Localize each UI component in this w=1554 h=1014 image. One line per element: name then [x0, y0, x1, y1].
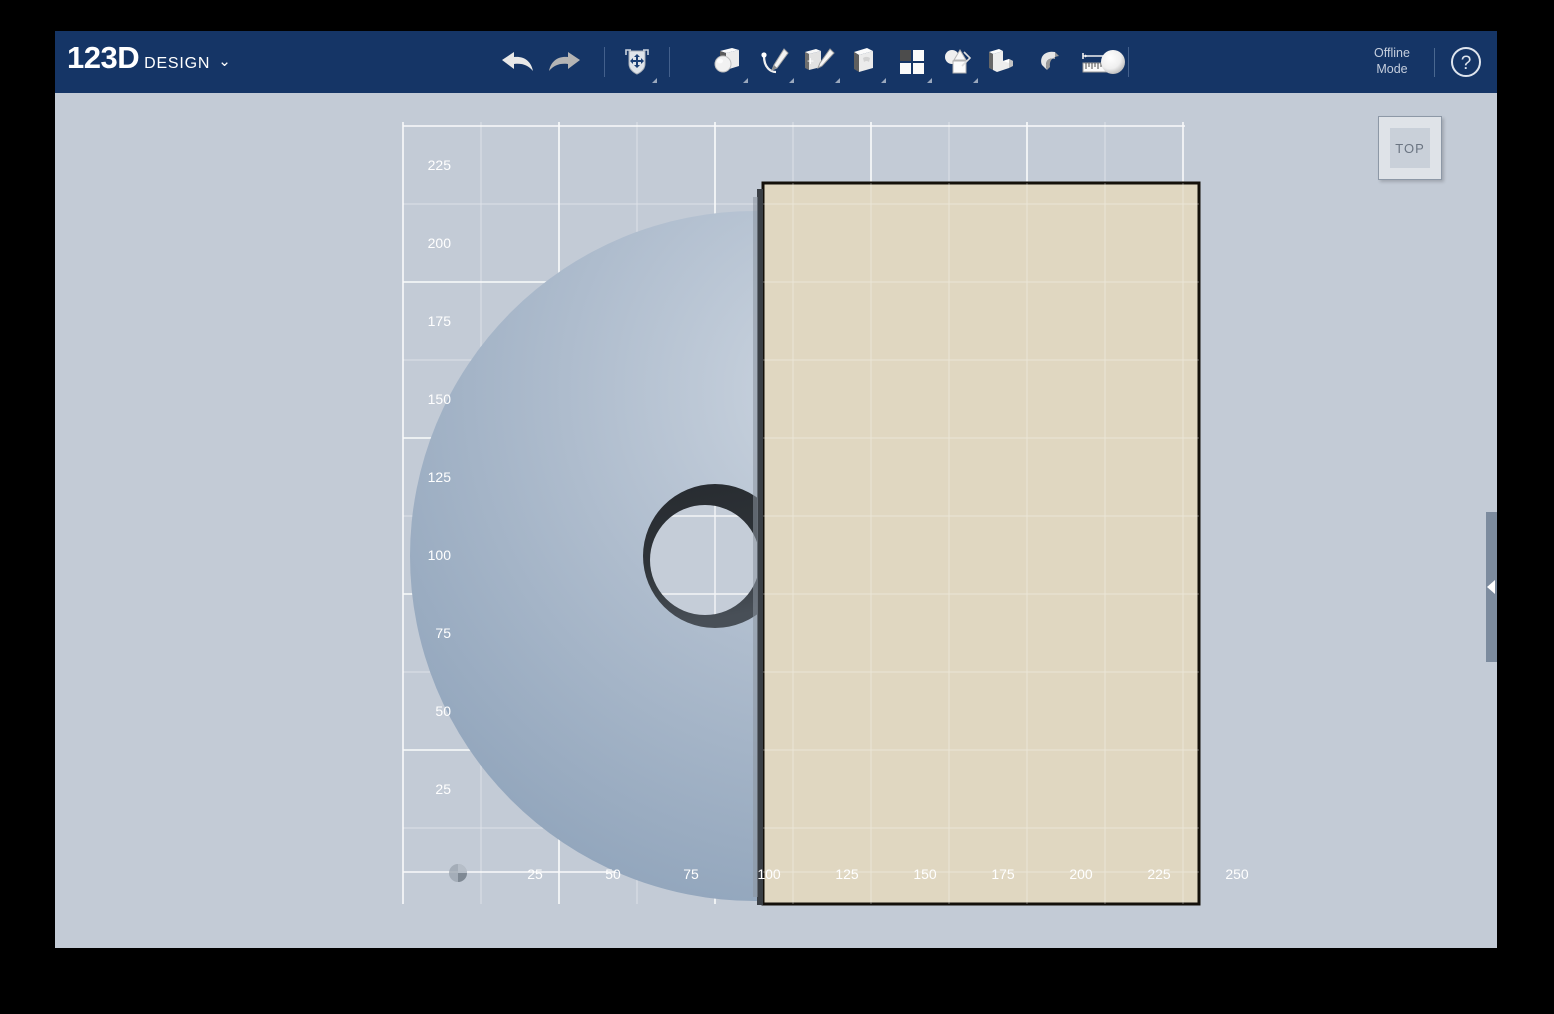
y-axis-tick-label: 150 — [427, 391, 451, 407]
y-axis-tick-label: 100 — [427, 547, 451, 563]
y-axis-tick-label: 200 — [427, 235, 451, 251]
grouping-shapes-icon — [945, 49, 972, 74]
chevron-left-icon — [1487, 580, 1495, 594]
construct-box-pen-icon: + — [805, 48, 835, 70]
question-mark-circle-icon: ? — [1451, 47, 1481, 77]
help-button[interactable]: ? — [1449, 45, 1483, 79]
tablet-device-frame: 123D DESIGN ⌄ + Offline Mode ? 25 50 75 … — [0, 0, 1554, 1014]
redo-arrow-icon — [549, 52, 580, 71]
primitives-sphere-box-icon — [714, 48, 739, 73]
application-toolbar: 123D DESIGN ⌄ + Offline Mode ? — [55, 31, 1497, 93]
toolgroup-transform — [595, 31, 679, 93]
y-axis-tick-label: 125 — [427, 469, 451, 485]
x-axis-tick-label: 250 — [1225, 866, 1249, 882]
y-axis-tick-label: 50 — [435, 703, 451, 719]
pattern-button[interactable] — [889, 39, 935, 85]
offline-mode-line1: Offline — [1374, 46, 1410, 60]
x-axis-tick-label: 175 — [991, 866, 1015, 882]
redo-button[interactable] — [541, 39, 587, 85]
toolgroup-modeling: + — [705, 31, 1138, 93]
material-sphere-icon — [1101, 50, 1125, 74]
3d-viewport-canvas[interactable]: 25 50 75 100 125 150 175 200 225 250 225 200 175 150 1… — [55, 93, 1497, 948]
transform-move-icon — [625, 49, 649, 75]
sketch-button[interactable] — [751, 39, 797, 85]
y-axis-tick-label: 25 — [435, 781, 451, 797]
x-axis-tick-label: 50 — [605, 866, 621, 882]
sketch-pen-icon — [761, 48, 789, 74]
toolgroup-history — [495, 31, 587, 93]
svg-text:+: + — [807, 54, 814, 68]
axis-tick-labels: 25 50 75 100 125 150 175 200 225 250 225 200 175 150 1… — [55, 93, 1497, 948]
toolgroup-material — [1090, 31, 1136, 93]
primitives-button[interactable] — [705, 39, 751, 85]
x-axis-tick-label: 225 — [1147, 866, 1171, 882]
combine-boxes-icon — [989, 49, 1013, 72]
undo-button[interactable] — [495, 39, 541, 85]
offline-mode-line2: Mode — [1376, 62, 1408, 76]
x-axis-tick-label: 200 — [1069, 866, 1093, 882]
combine-button[interactable] — [981, 39, 1027, 85]
grouping-button[interactable] — [935, 39, 981, 85]
brand-name-secondary: DESIGN — [144, 55, 211, 72]
app-logo-123d-design[interactable]: 123D DESIGN ⌄ — [67, 42, 231, 73]
y-axis-tick-label: 175 — [427, 313, 451, 329]
x-axis-tick-label: 150 — [913, 866, 937, 882]
toolbar-divider — [1434, 48, 1435, 77]
toolbar-divider — [669, 47, 670, 77]
right-panel-expand-handle[interactable] — [1486, 512, 1497, 662]
svg-text:?: ? — [1461, 53, 1472, 74]
magnet-snap-icon — [1041, 51, 1059, 70]
pattern-grid-icon — [900, 50, 924, 74]
application-screen: 123D DESIGN ⌄ + Offline Mode ? 25 50 75 … — [55, 31, 1497, 948]
undo-arrow-icon — [502, 52, 533, 71]
view-cube-label: TOP — [1390, 128, 1430, 168]
modify-box-icon — [854, 48, 873, 72]
y-axis-tick-label: 225 — [427, 157, 451, 173]
snap-button[interactable] — [1027, 39, 1073, 85]
material-button[interactable] — [1090, 39, 1136, 85]
x-axis-tick-label: 75 — [683, 866, 699, 882]
toolbar-divider — [604, 47, 605, 77]
offline-mode-status: Offline Mode — [1363, 45, 1421, 77]
modify-button[interactable] — [843, 39, 889, 85]
x-axis-tick-label: 25 — [527, 866, 543, 882]
construct-button[interactable]: + — [797, 39, 843, 85]
chevron-down-icon[interactable]: ⌄ — [218, 52, 231, 70]
transform-button[interactable] — [614, 39, 660, 85]
origin-axis-marker — [449, 864, 467, 882]
brand-name-primary: 123D — [67, 40, 140, 75]
view-cube-top[interactable]: TOP — [1378, 116, 1442, 180]
x-axis-tick-label: 100 — [757, 866, 781, 882]
x-axis-tick-label: 125 — [835, 866, 859, 882]
y-axis-tick-label: 75 — [435, 625, 451, 641]
